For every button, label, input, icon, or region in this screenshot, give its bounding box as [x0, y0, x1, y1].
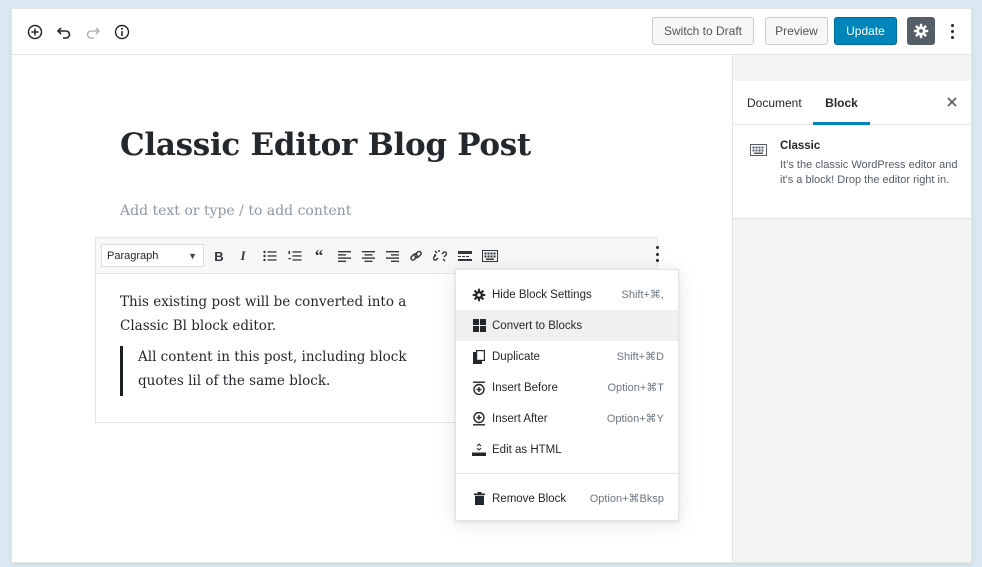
default-block-appender[interactable]: Add text or type / to add content: [120, 203, 351, 219]
menu-item-label: Hide Block Settings: [492, 288, 592, 301]
close-icon[interactable]: [945, 95, 959, 109]
info-icon[interactable]: [111, 21, 133, 43]
bold-icon[interactable]: B: [212, 246, 226, 266]
trash-icon: [472, 492, 486, 506]
menu-item-label: Edit as HTML: [492, 443, 562, 456]
menu-item-label: Duplicate: [492, 350, 540, 363]
menu-item-shortcut: Option+⌘Bksp: [589, 493, 664, 505]
menu-item-label: Remove Block: [492, 492, 567, 505]
paragraph-text: This existing post will be converted int…: [120, 294, 407, 334]
gear-icon: [913, 23, 929, 39]
unlink-icon[interactable]: [432, 246, 448, 266]
editor-canvas: Classic Editor Blog Post Add text or typ…: [12, 55, 732, 562]
switch-to-draft-button[interactable]: Switch to Draft: [652, 17, 754, 45]
toolbar-toggle-icon[interactable]: [481, 246, 499, 266]
block-card-title: Classic: [780, 140, 821, 152]
undo-icon[interactable]: [53, 21, 75, 43]
update-button[interactable]: Update: [834, 17, 897, 45]
menu-item-hide-block-settings[interactable]: Hide Block Settings Shift+⌘,: [456, 279, 678, 310]
numbered-list-icon[interactable]: [287, 246, 303, 266]
menu-item-insert-after[interactable]: Insert After Option+⌘Y: [456, 403, 678, 434]
blockquote-text: All content in this post, including bloc…: [138, 349, 407, 389]
post-title[interactable]: Classic Editor Blog Post: [120, 127, 531, 163]
insert-after-icon: [472, 411, 486, 426]
more-options-icon[interactable]: [950, 24, 954, 39]
top-toolbar: Switch to Draft Preview Update: [12, 9, 971, 55]
menu-item-label: Insert Before: [492, 381, 558, 394]
menu-item-duplicate[interactable]: Duplicate Shift+⌘D: [456, 341, 678, 372]
menu-separator: [456, 473, 678, 474]
grid-icon: [472, 319, 486, 333]
align-center-icon[interactable]: [360, 246, 376, 266]
duplicate-icon: [472, 349, 486, 364]
tab-document[interactable]: Document: [747, 81, 802, 125]
insert-before-icon: [472, 381, 486, 395]
menu-item-shortcut: Shift+⌘,: [621, 289, 665, 301]
menu-item-shortcut: Option+⌘T: [607, 382, 664, 394]
keyboard-icon: [750, 143, 767, 161]
menu-item-label: Convert to Blocks: [492, 319, 583, 332]
menu-item-insert-before[interactable]: Insert Before Option+⌘T: [456, 372, 678, 403]
format-select-value: Paragraph: [107, 249, 159, 262]
gear-icon: [472, 288, 486, 302]
html-icon: [472, 442, 486, 457]
block-card-description: It’s the classic WordPress editor and it…: [780, 159, 958, 186]
block-more-options-icon[interactable]: [655, 246, 659, 262]
add-block-icon[interactable]: [24, 21, 46, 43]
format-select[interactable]: Paragraph ▼: [101, 244, 204, 267]
link-icon[interactable]: [408, 246, 424, 266]
menu-item-label: Insert After: [492, 412, 548, 425]
menu-item-shortcut: Shift+⌘D: [616, 351, 664, 363]
settings-sidebar: Document Block Classic It’s the classic …: [732, 55, 971, 562]
block-settings-menu: Hide Block Settings Shift+⌘, Convert to …: [455, 269, 679, 521]
menu-item-edit-as-html[interactable]: Edit as HTML: [456, 434, 678, 465]
align-left-icon[interactable]: [336, 246, 352, 266]
redo-icon[interactable]: [82, 21, 104, 43]
menu-item-shortcut: Option+⌘Y: [606, 413, 664, 425]
bulleted-list-icon[interactable]: [262, 246, 278, 266]
sidebar-tabs: Document Block: [733, 81, 971, 125]
menu-item-remove-block[interactable]: Remove Block Option+⌘Bksp: [456, 483, 678, 514]
read-more-icon[interactable]: [457, 246, 473, 266]
preview-button[interactable]: Preview: [765, 17, 828, 45]
blockquote-border: [120, 346, 123, 396]
menu-item-convert-to-blocks[interactable]: Convert to Blocks: [456, 310, 678, 341]
block-card: Classic It’s the classic WordPress edito…: [733, 125, 971, 219]
blockquote-icon[interactable]: “: [311, 246, 327, 266]
italic-icon[interactable]: I: [236, 246, 250, 266]
editor-window: Switch to Draft Preview Update Classic E…: [11, 8, 972, 563]
settings-button[interactable]: [907, 17, 935, 45]
chevron-down-icon: ▼: [188, 251, 197, 261]
tab-block[interactable]: Block: [813, 81, 870, 125]
align-right-icon[interactable]: [384, 246, 400, 266]
